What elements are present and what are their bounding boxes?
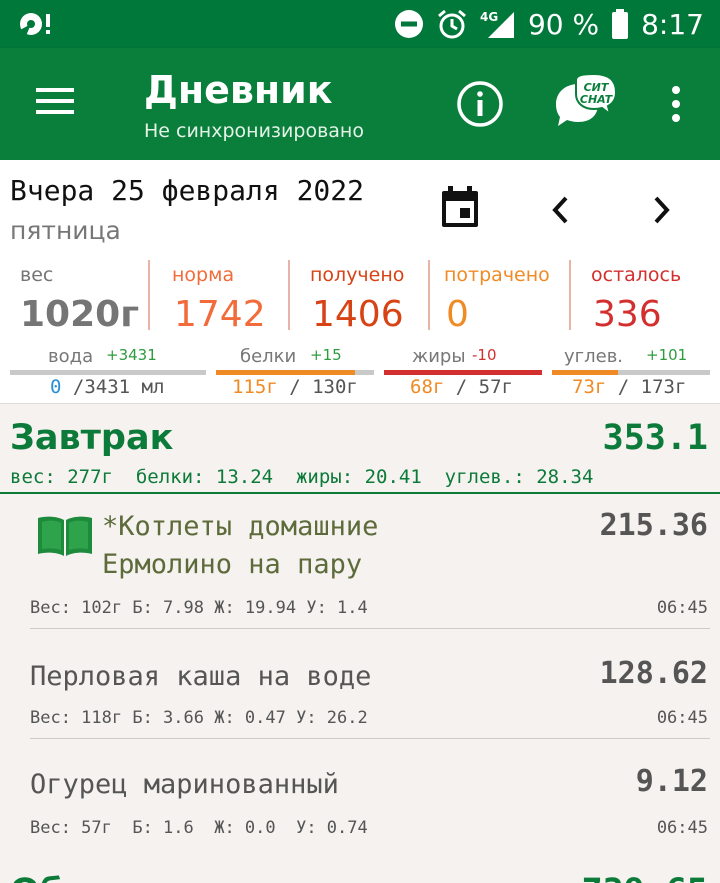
food-macros: Вес: 102г Б: 7.98 Ж: 19.94 У: 1.4 — [30, 598, 368, 618]
stat-remaining[interactable]: осталось 336 — [571, 256, 720, 336]
chevron-left-icon[interactable] — [546, 192, 576, 228]
recipe-book-icon — [36, 514, 94, 558]
food-item[interactable]: Перловая каша на воде 128.62 Вес: 118г Б… — [0, 636, 720, 746]
stat-spent[interactable]: потрачено 0 — [430, 256, 568, 336]
daily-summary: вес 1020г норма 1742 получено 1406 потра… — [0, 256, 720, 404]
macro-fat[interactable]: жиры -10 68г / 57г — [384, 344, 542, 400]
food-kcal: 128.62 — [599, 656, 708, 691]
stat-norm-value: 1742 — [174, 294, 266, 335]
food-name: Перловая каша на воде — [30, 661, 372, 692]
macro-water-delta: +3431 — [106, 346, 157, 364]
food-kcal: 9.12 — [635, 764, 708, 799]
macro-protein-name: белки — [240, 346, 297, 367]
stat-received-value: 1406 — [312, 294, 404, 335]
food-macros: Вес: 118г Б: 3.66 Ж: 0.47 У: 26.2 — [30, 708, 368, 728]
calendar-icon[interactable] — [440, 186, 480, 228]
macro-fat-delta: -10 — [472, 346, 497, 364]
macro-carbs-amount: 73г / 173г — [572, 376, 687, 398]
macro-carbs[interactable]: углев. +101 73г / 173г — [552, 344, 710, 400]
macro-water-bar — [10, 370, 206, 375]
macro-fat-name: жиры — [412, 346, 466, 367]
food-time: 06:45 — [656, 818, 708, 838]
food-kcal: 215.36 — [599, 508, 708, 543]
battery-icon — [611, 8, 629, 40]
macro-protein-amount: 115г / 130г — [232, 376, 358, 398]
svg-text:CHAT: CHAT — [580, 93, 614, 106]
food-macros: Вес: 57г Б: 1.6 Ж: 0.0 У: 0.74 — [30, 818, 368, 838]
macro-protein-delta: +15 — [310, 346, 342, 364]
date-header: Вчера 25 февраля 2022 пятница — [0, 160, 720, 256]
alarm-icon — [436, 8, 468, 40]
do-not-disturb-icon — [394, 9, 424, 39]
macro-water-amount: 0 /3431 мл — [50, 376, 165, 398]
food-time: 06:45 — [656, 598, 708, 618]
meal-section-lunch[interactable]: Обед 739.65 — [0, 862, 720, 883]
battery-percent: 90 % — [527, 7, 600, 41]
stat-weight-value: 1020г — [20, 294, 140, 335]
stat-norm[interactable]: норма 1742 — [150, 256, 288, 336]
app-bar: Дневник Не синхронизировано СИТ CHAT — [0, 48, 720, 160]
date-label[interactable]: Вчера 25 февраля 2022 — [10, 174, 364, 207]
macro-fat-amount: 68г / 57г — [410, 376, 513, 398]
svg-text:4G: 4G — [480, 10, 498, 24]
menu-icon[interactable] — [36, 86, 76, 118]
stat-norm-label: норма — [172, 264, 235, 286]
app-notification-icon — [18, 10, 52, 38]
food-name: Огурец маринованный — [30, 769, 339, 800]
macro-water[interactable]: вода +3431 0 /3431 мл — [10, 344, 206, 400]
meal-macros: вес: 277г белки: 13.24 жиры: 20.41 углев… — [10, 466, 594, 488]
stat-spent-label: потрачено — [444, 264, 550, 286]
stat-weight: вес 1020г — [0, 256, 148, 336]
meal-section-breakfast[interactable]: Завтрак 353.1 вес: 277г белки: 13.24 жир… — [0, 404, 720, 496]
macro-protein[interactable]: белки +15 115г / 130г — [216, 344, 374, 400]
meal-total: 353.1 — [602, 418, 708, 458]
macro-carbs-bar — [552, 370, 710, 375]
stat-received[interactable]: получено 1406 — [290, 256, 428, 336]
chat-icon[interactable]: СИТ CHAT — [550, 72, 618, 134]
info-icon[interactable] — [456, 80, 504, 128]
stat-weight-label: вес — [20, 264, 54, 286]
food-item[interactable]: *Котлеты домашние Ермолино на пару 215.3… — [0, 496, 720, 636]
food-time: 06:45 — [656, 708, 708, 728]
food-item[interactable]: Огурец маринованный 9.12 Вес: 57г Б: 1.6… — [0, 746, 720, 856]
macro-carbs-name: углев. — [564, 346, 624, 367]
meal-title: Завтрак — [10, 418, 174, 458]
meal-divider — [0, 492, 720, 494]
macro-protein-bar — [216, 370, 374, 375]
macro-carbs-delta: +101 — [646, 346, 688, 364]
chevron-right-icon[interactable] — [646, 192, 676, 228]
meal-total: 739.65 — [582, 872, 708, 883]
stat-spent-value: 0 — [446, 294, 469, 335]
food-name: *Котлеты домашние Ермолино на пару — [102, 511, 379, 580]
sync-status: Не синхронизировано — [144, 120, 364, 142]
signal-4g-icon: 4G — [480, 8, 516, 40]
macro-water-name: вода — [48, 346, 94, 367]
stat-remaining-label: осталось — [591, 264, 682, 286]
clock: 8:17 — [641, 7, 704, 41]
more-vert-icon[interactable] — [670, 86, 682, 122]
meal-title: Обед — [10, 872, 116, 883]
weekday-label: пятница — [10, 216, 121, 245]
stat-received-label: получено — [310, 264, 405, 286]
stat-remaining-value: 336 — [593, 294, 662, 335]
macro-fat-bar — [384, 370, 542, 375]
page-title: Дневник — [144, 68, 333, 112]
status-bar: 4G 90 % 8:17 — [0, 0, 720, 48]
